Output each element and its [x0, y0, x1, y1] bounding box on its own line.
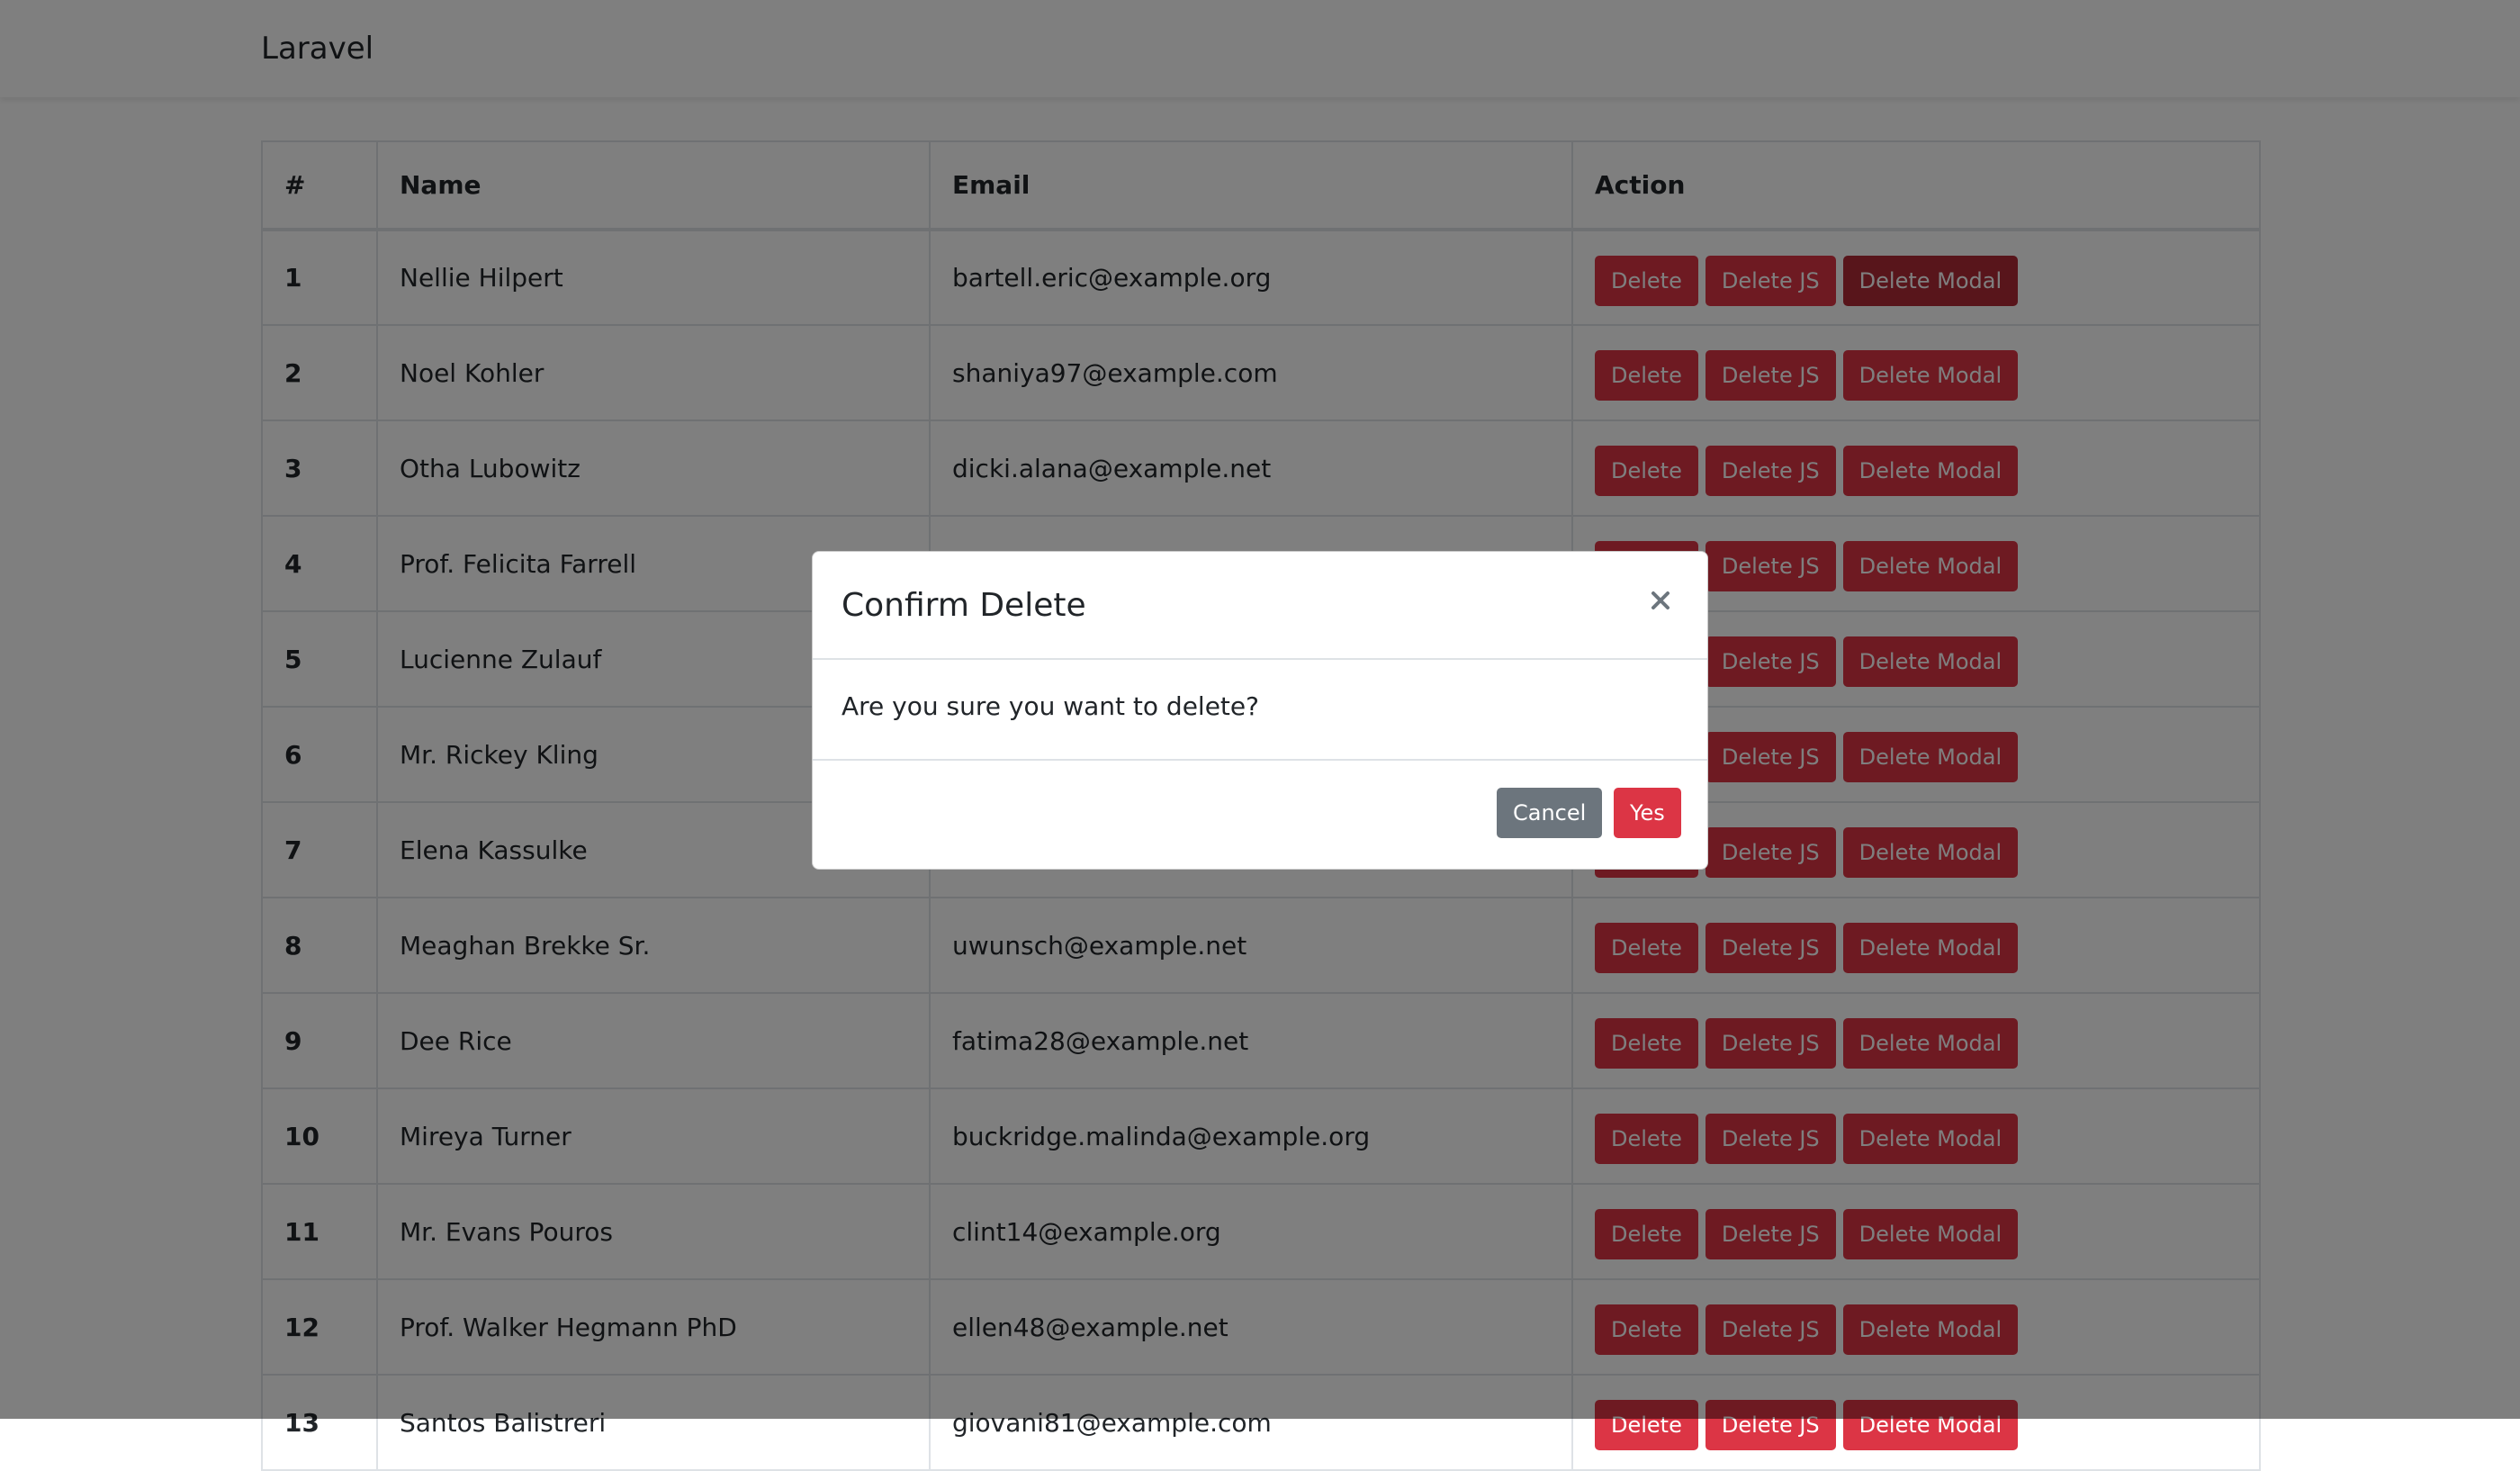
modal-header: Confirm Delete — [813, 552, 1707, 660]
close-icon — [1652, 591, 1670, 609]
yes-button[interactable]: Yes — [1614, 788, 1681, 838]
modal-body: Are you sure you want to delete? — [813, 660, 1707, 761]
modal-title: Confirm Delete — [842, 587, 1086, 624]
modal-message: Are you sure you want to delete? — [842, 691, 1259, 721]
cancel-button[interactable]: Cancel — [1497, 788, 1603, 838]
confirm-delete-modal: Confirm Delete Are you sure you want to … — [812, 551, 1708, 870]
modal-close-button[interactable] — [1639, 579, 1682, 622]
modal-footer: Cancel Yes — [813, 761, 1707, 869]
